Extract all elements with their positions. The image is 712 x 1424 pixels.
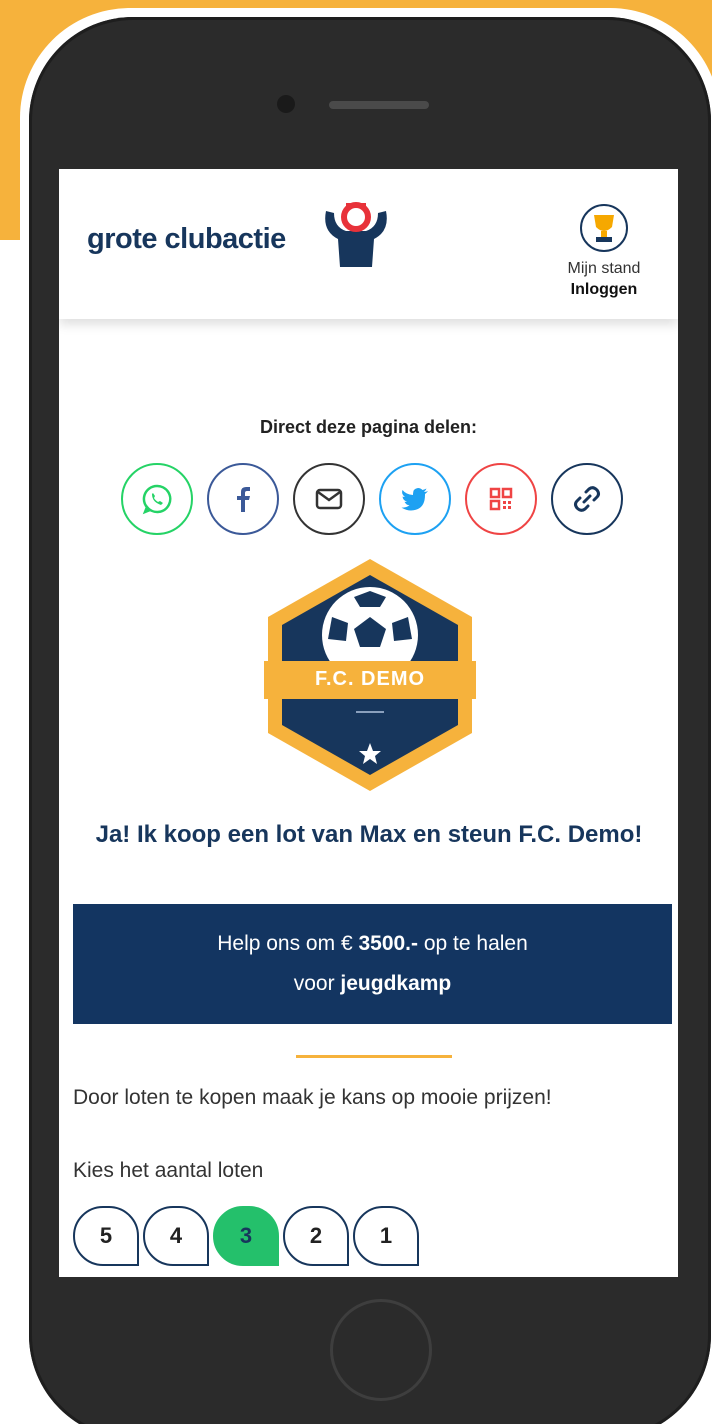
link-icon: [574, 486, 600, 512]
login-link[interactable]: Inloggen: [549, 281, 659, 299]
goal-line-1: Help ons om € 3500.- op te halen: [73, 924, 672, 964]
site-header: grote clubactie Mijn stand Inloggen: [59, 169, 678, 319]
badge-name: F.C. DEMO: [314, 668, 426, 690]
home-button[interactable]: [330, 1299, 432, 1401]
quantity-option-selected[interactable]: 3: [213, 1206, 279, 1266]
goal-prefix: Help ons om €: [217, 932, 359, 955]
whatsapp-share-button[interactable]: [121, 463, 193, 535]
camera-icon: [277, 95, 295, 113]
quantity-option[interactable]: 1: [353, 1206, 419, 1266]
quantity-selector: 5 4 3 2 1: [73, 1206, 419, 1266]
email-share-button[interactable]: [293, 463, 365, 535]
quantity-option[interactable]: 5: [73, 1206, 139, 1266]
goal-purpose: jeugdkamp: [340, 972, 452, 995]
trophy-icon: [580, 204, 628, 252]
goal-line-2: voor jeugdkamp: [73, 964, 672, 1004]
quantity-label: Kies het aantal loten: [73, 1159, 264, 1182]
cta-title: Ja! Ik koop een lot van Max en steun F.C…: [95, 821, 643, 848]
stand-label: Mijn stand: [567, 260, 641, 277]
facebook-icon: [237, 487, 250, 512]
share-buttons: [121, 463, 623, 535]
fundraising-goal: Help ons om € 3500.- op te halen voor je…: [73, 904, 672, 1024]
facebook-share-button[interactable]: [207, 463, 279, 535]
email-icon: [315, 488, 343, 510]
goal-amount: 3500.-: [358, 932, 419, 955]
twitter-share-button[interactable]: [379, 463, 451, 535]
share-title: Direct deze pagina delen:: [259, 417, 478, 437]
section-divider: [296, 1055, 452, 1058]
speaker-grille: [329, 101, 429, 109]
logo-text[interactable]: grote clubactie: [87, 223, 286, 256]
phone-screen: grote clubactie Mijn stand Inloggen Dire…: [59, 169, 678, 1277]
whatsapp-icon: [142, 484, 172, 515]
copy-link-button[interactable]: [551, 463, 623, 535]
qr-code-icon: [489, 487, 513, 511]
goal-for-label: voor: [293, 972, 341, 995]
my-standing-link[interactable]: Mijn stand Inloggen: [549, 203, 659, 299]
qr-code-share-button[interactable]: [465, 463, 537, 535]
logo-mascot-icon[interactable]: [316, 201, 396, 271]
goal-middle: op te halen: [418, 932, 528, 955]
prize-description: Door loten te kopen maak je kans op mooi…: [73, 1086, 552, 1109]
club-badge: F.C. DEMO: [262, 557, 478, 793]
twitter-icon: [401, 488, 428, 511]
quantity-option[interactable]: 2: [283, 1206, 349, 1266]
quantity-option[interactable]: 4: [143, 1206, 209, 1266]
